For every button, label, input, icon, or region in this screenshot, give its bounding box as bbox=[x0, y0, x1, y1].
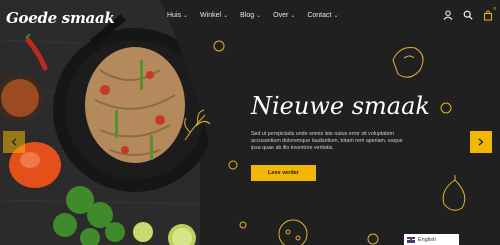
user-icon[interactable] bbox=[442, 9, 454, 21]
main-nav: Huis ⌄ Winkel ⌄ Blog ⌄ Over ⌄ Contact ⌄ bbox=[167, 12, 351, 19]
chevron-down-icon: ⌄ bbox=[223, 13, 229, 19]
language-label: English bbox=[418, 236, 437, 243]
hero-slider bbox=[0, 0, 500, 245]
nav-item-label: Winkel bbox=[200, 12, 222, 19]
slide-description: Sed ut perspiciatis unde omnis iste natu… bbox=[251, 131, 403, 151]
chevron-right-icon bbox=[478, 133, 484, 151]
nav-item-blog[interactable]: Blog ⌄ bbox=[240, 12, 261, 19]
header-actions: 0 bbox=[442, 6, 496, 21]
nav-item-label: Contact bbox=[307, 12, 332, 19]
site-header: Goede smaak Huis ⌄ Winkel ⌄ Blog ⌄ Over ⌄ Co… bbox=[0, 0, 500, 32]
slide-title: Nieuwe smaak bbox=[251, 92, 430, 120]
chevron-down-icon: ⌄ bbox=[183, 13, 189, 19]
nav-item-label: Huis bbox=[167, 12, 182, 19]
uk-flag-icon bbox=[407, 236, 415, 243]
chevron-down-icon: ⌄ bbox=[256, 13, 262, 19]
slider-prev-button[interactable] bbox=[3, 131, 25, 153]
cart-icon[interactable]: 0 bbox=[482, 6, 496, 21]
nav-item-label: Over bbox=[273, 12, 289, 19]
read-more-button[interactable]: Lees verder bbox=[251, 165, 316, 181]
site-logo[interactable]: Goede smaak bbox=[6, 9, 115, 27]
chevron-down-icon: ⌄ bbox=[290, 13, 296, 19]
hero-background-image bbox=[0, 0, 500, 245]
nav-item-about[interactable]: Over ⌄ bbox=[273, 12, 295, 19]
nav-item-contact[interactable]: Contact ⌄ bbox=[307, 12, 338, 19]
cart-count-badge: 0 bbox=[493, 6, 496, 11]
chevron-down-icon: ⌄ bbox=[333, 13, 339, 19]
slider-next-button[interactable] bbox=[470, 131, 492, 153]
search-icon[interactable] bbox=[462, 9, 474, 21]
language-switcher[interactable]: English bbox=[404, 234, 459, 245]
chevron-left-icon bbox=[11, 133, 17, 151]
nav-item-home[interactable]: Huis ⌄ bbox=[167, 12, 188, 19]
nav-item-label: Blog bbox=[240, 12, 255, 19]
nav-item-shop[interactable]: Winkel ⌄ bbox=[200, 12, 228, 19]
